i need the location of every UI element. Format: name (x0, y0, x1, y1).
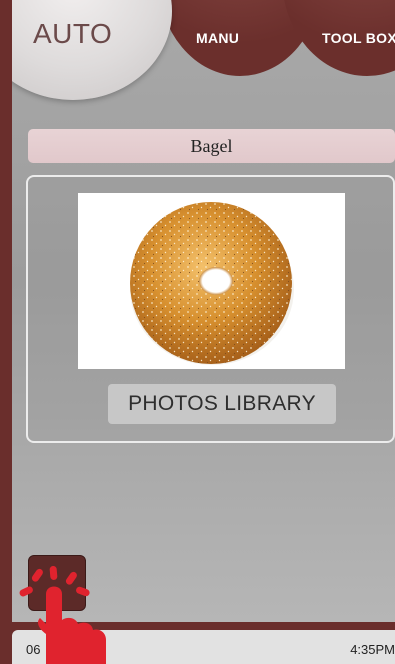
tab-auto[interactable]: AUTO (12, 0, 172, 100)
program-name-field[interactable]: Bagel (28, 129, 395, 163)
status-bar: 06 4:35PM (12, 630, 395, 664)
action-button[interactable] (28, 555, 86, 611)
tab-manu-label: MANU (196, 30, 240, 46)
tab-toolbox-label: TOOL BOX (322, 30, 395, 46)
bagel-photo-icon (130, 202, 294, 365)
main-frame: MANU TOOL BOX AUTO Bagel PHOTOS LIBRARY (12, 0, 395, 622)
program-photo (78, 193, 345, 369)
program-name-label: Bagel (190, 135, 233, 156)
tab-auto-label: AUTO (33, 18, 113, 49)
photo-panel: PHOTOS LIBRARY (26, 175, 395, 443)
tab-toolbox[interactable]: TOOL BOX (282, 0, 395, 76)
photos-library-label: PHOTOS LIBRARY (128, 392, 316, 415)
status-date: 06 (26, 642, 41, 657)
photos-library-button[interactable]: PHOTOS LIBRARY (108, 384, 336, 424)
status-time: 4:35PM (350, 642, 395, 657)
